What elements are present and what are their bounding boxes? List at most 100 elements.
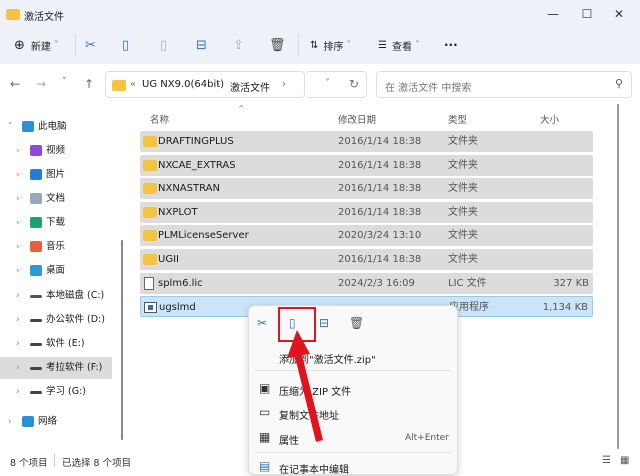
chevron-icon[interactable]: › xyxy=(16,285,20,307)
sidebar-item[interactable]: › 办公软件 (D:) xyxy=(0,309,112,331)
delete-icon[interactable]: 🗑 xyxy=(269,34,289,56)
address-dropdown[interactable]: ˅ xyxy=(325,78,330,89)
column-size[interactable]: 大小 xyxy=(540,112,559,126)
paste-icon[interactable]: ▯ xyxy=(160,34,180,56)
file-type: 文件夹 xyxy=(448,183,478,195)
sidebar-label: 音乐 xyxy=(46,241,66,252)
folder-icon xyxy=(143,206,157,218)
file-row[interactable]: DRAFTINGPLUS 2016/1/14 18:38 文件夹 xyxy=(140,131,593,152)
sidebar-item[interactable]: › 桌面 xyxy=(0,260,112,282)
file-name: NXCAE_EXTRAS xyxy=(158,159,236,171)
chevron-icon[interactable]: › xyxy=(16,309,20,331)
cut-icon[interactable]: ✂ xyxy=(257,316,267,330)
window-title: 激活文件 xyxy=(24,12,64,23)
sidebar-item[interactable]: › 软件 (E:) xyxy=(0,333,112,355)
overflow-chevron[interactable]: « xyxy=(130,79,136,90)
new-button[interactable]: ⊕ 新建 ˅ xyxy=(14,34,59,56)
red-arrow xyxy=(287,330,323,442)
file-row[interactable]: NXNASTRAN 2016/1/14 18:38 文件夹 xyxy=(140,178,593,200)
breadcrumb-ug[interactable]: UG NX9.0(64bit) xyxy=(142,79,224,90)
breadcrumb-current[interactable]: 激活文件 xyxy=(230,79,270,94)
delete-icon[interactable]: 🗑 xyxy=(349,316,364,330)
file-row[interactable]: UGII 2016/1/14 18:38 文件夹 xyxy=(140,249,593,270)
sidebar-item[interactable]: › 考拉软件 (F:) xyxy=(0,357,112,379)
sidebar-item[interactable]: › 下载 xyxy=(0,212,112,234)
file-name: UGII xyxy=(158,254,179,265)
folder-icon xyxy=(143,230,157,242)
maximize-button[interactable]: ☐ xyxy=(572,4,602,24)
search-input[interactable]: 在 激活文件 中搜索 ⚲ xyxy=(376,71,632,98)
chevron-icon[interactable]: › xyxy=(16,140,20,162)
share-icon[interactable]: ⇪ xyxy=(233,34,253,56)
sidebar-item[interactable]: › 视频 xyxy=(0,140,112,162)
sidebar-item[interactable]: › 网络 xyxy=(0,411,112,433)
file-type: 文件夹 xyxy=(448,254,478,265)
file-name: NXPLOT xyxy=(158,206,198,218)
column-date[interactable]: 修改日期 xyxy=(338,112,376,126)
breadcrumb-sep: › xyxy=(282,79,286,90)
back-button[interactable]: ← xyxy=(10,77,20,91)
app-icon xyxy=(144,302,157,314)
view-button[interactable]: ☰ 查看 ˅ xyxy=(378,34,420,56)
close-button[interactable]: ✕ xyxy=(604,4,634,24)
refresh-button[interactable]: ↻ xyxy=(349,77,359,91)
forward-button[interactable]: → xyxy=(36,77,46,91)
recent-button[interactable]: ˅ xyxy=(62,77,67,87)
content-scrollbar[interactable] xyxy=(617,104,619,449)
address-bar[interactable]: « UG NX9.0(64bit) › 激活文件 › xyxy=(105,71,305,98)
chevron-icon[interactable]: › xyxy=(16,333,20,355)
chevron-icon[interactable]: › xyxy=(16,212,20,234)
cut-icon[interactable]: ✂ xyxy=(85,34,105,56)
location-icon xyxy=(30,145,42,156)
chevron-icon[interactable]: › xyxy=(16,236,20,258)
column-type[interactable]: 类型 xyxy=(448,112,467,126)
sidebar-label: 视频 xyxy=(46,145,66,156)
chevron-icon[interactable]: › xyxy=(16,260,20,282)
up-button[interactable]: ↑ xyxy=(84,77,94,91)
sort-button[interactable]: ⇅ 排序 ˅ xyxy=(310,34,351,56)
chevron-icon[interactable]: › xyxy=(16,381,20,403)
file-row[interactable]: splm6.lic 2024/2/3 16:09 LIC 文件 327 KB xyxy=(140,272,593,294)
minimize-button[interactable]: — xyxy=(538,4,568,24)
search-icon[interactable]: ⚲ xyxy=(615,77,623,90)
file-row[interactable]: NXCAE_EXTRAS 2016/1/14 18:38 文件夹 xyxy=(140,154,593,176)
rename-icon[interactable]: ⊟ xyxy=(196,34,216,56)
sidebar-item[interactable]: ˅ 此电脑 xyxy=(0,116,112,138)
sidebar-label: 软件 (E:) xyxy=(46,338,85,349)
file-icon xyxy=(144,276,154,290)
item-count: 8 个项目 xyxy=(10,458,48,469)
sidebar-item[interactable]: › 文档 xyxy=(0,188,112,210)
file-row[interactable]: PLMLicenseServer 2020/3/24 13:10 文件夹 xyxy=(140,225,593,247)
view-label: 查看 xyxy=(391,41,412,53)
location-icon xyxy=(30,391,42,394)
file-row[interactable]: NXPLOT 2016/1/14 18:38 文件夹 xyxy=(140,201,593,223)
sidebar-item[interactable]: › 图片 xyxy=(0,164,112,186)
column-name[interactable]: 名称 xyxy=(150,112,169,126)
sidebar-scrollbar[interactable] xyxy=(121,240,123,440)
sidebar-label: 学习 (G:) xyxy=(46,386,86,397)
sidebar-label: 考拉软件 (F:) xyxy=(46,362,103,373)
copy-path-icon: ▭ xyxy=(259,405,271,419)
sidebar-label: 下载 xyxy=(46,217,66,228)
sidebar-label: 网络 xyxy=(38,416,58,427)
sidebar-item[interactable]: › 本地磁盘 (C:) xyxy=(0,285,112,307)
chevron-icon[interactable]: › xyxy=(16,188,20,210)
chevron-icon[interactable]: › xyxy=(16,164,20,186)
folder-icon xyxy=(143,136,157,147)
chevron-icon[interactable]: › xyxy=(8,411,12,433)
chevron-icon[interactable]: › xyxy=(16,357,20,379)
sort-arrow-icon: ^ xyxy=(238,104,245,113)
file-type: 文件夹 xyxy=(448,136,478,147)
copy-icon[interactable]: ▯ xyxy=(122,34,142,56)
sidebar-item[interactable]: › 学习 (G:) xyxy=(0,381,112,403)
details-view-icon[interactable]: ☰ xyxy=(602,455,611,466)
sort-icon: ⇅ xyxy=(310,39,319,51)
sidebar-item[interactable]: › 音乐 xyxy=(0,236,112,258)
thumbnail-view-icon[interactable]: ▦ xyxy=(620,455,629,466)
context-menu: ✂ ▯ ⊟ 🗑 添加到"激活文件.zip" ▣ 压缩为 ZIP 文件 ▭ 复制文… xyxy=(248,305,458,476)
more-button[interactable]: ··· xyxy=(444,34,458,56)
chevron-icon[interactable]: ˅ xyxy=(8,116,13,138)
sort-label: 排序 xyxy=(323,41,344,53)
rename-icon[interactable]: ⊟ xyxy=(319,316,329,330)
divider xyxy=(298,34,299,56)
